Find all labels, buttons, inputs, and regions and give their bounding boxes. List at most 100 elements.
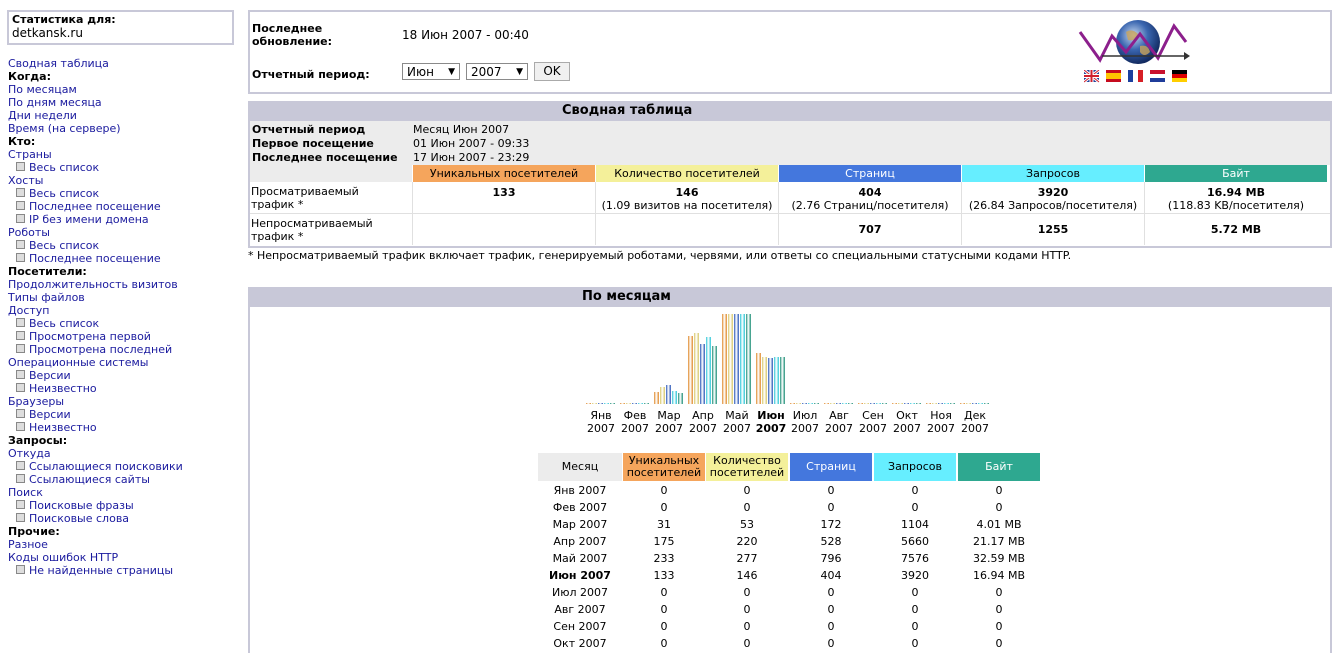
menu-link[interactable]: Весь список [8, 187, 238, 200]
chart-month-label: Сен 2007 [859, 409, 887, 435]
menu-link[interactable]: Поиск [8, 486, 238, 499]
menu-link[interactable]: Неизвестно [8, 382, 238, 395]
table-cell: 404 [820, 569, 842, 582]
menu-label: Прочие: [8, 525, 60, 538]
menu-link[interactable]: Просмотрена последней [8, 343, 238, 356]
menu-label: Последнее посещение [29, 200, 161, 213]
chart-bar [734, 314, 739, 404]
menu-link[interactable]: Время (на сервере) [8, 122, 238, 135]
table-cell: 0 [660, 484, 668, 497]
period-label: Отчетный период: [252, 68, 370, 81]
notviewed-traffic-label: Непросматриваемый трафик * [251, 217, 373, 243]
menu-link[interactable]: Операционные системы [8, 356, 238, 369]
table-cell: 0 [995, 501, 1003, 514]
chart-bar [644, 403, 649, 404]
menu-link[interactable]: По дням месяца [8, 96, 238, 109]
chart-month-label: Апр 2007 [689, 409, 717, 435]
table-cell: 796 [820, 552, 842, 565]
chart-bar [978, 403, 983, 404]
menu-link[interactable]: Типы файлов [8, 291, 238, 304]
ok-button[interactable]: OK [534, 62, 570, 81]
viewed-ratio: (118.83 KB/посетителя) [1167, 199, 1305, 212]
chart-bar [762, 357, 767, 404]
table-cell: 0 [660, 620, 668, 633]
menu-link[interactable]: Ссылающиеся поисковики [8, 460, 238, 473]
menu-link[interactable]: Страны [8, 148, 238, 161]
chart-bar [932, 403, 937, 404]
menu-link[interactable]: Версии [8, 369, 238, 382]
table-cell: 7576 [901, 552, 929, 565]
menu-link[interactable]: Разное [8, 538, 238, 551]
flag-nl-icon [1150, 70, 1165, 82]
menu-link[interactable]: Последнее посещение [8, 200, 238, 213]
table-cell: 0 [743, 484, 751, 497]
chart-bar [916, 403, 921, 404]
bullet-icon [16, 383, 25, 392]
table-cell: 233 [653, 552, 675, 565]
menu-link[interactable]: Весь список [8, 239, 238, 252]
menu-link[interactable]: Браузеры [8, 395, 238, 408]
menu-label: Просмотрена последней [29, 343, 173, 356]
chart-month-label: Ноя 2007 [927, 409, 955, 435]
bullet-icon [16, 500, 25, 509]
summary-col-visits: Количество посетителей [596, 165, 778, 182]
menu-label: Коды ошибок HTTP [8, 551, 119, 564]
menu-link[interactable]: Поисковые слова [8, 512, 238, 525]
menu-link[interactable]: Неизвестно [8, 421, 238, 434]
table-cell: 31 [657, 518, 671, 531]
chart-bar [780, 357, 785, 404]
menu-label: Поисковые фразы [29, 499, 134, 512]
chart-bar [638, 403, 643, 404]
summary-col-bytes: Байт [1145, 165, 1327, 182]
stat-box: Статистика для: detkansk.ru [7, 10, 234, 45]
menu-link[interactable]: По месяцам [8, 83, 238, 96]
menu-label: Время (на сервере) [8, 122, 121, 135]
menu-link[interactable]: Хосты [8, 174, 238, 187]
menu-link[interactable]: Версии [8, 408, 238, 421]
menu-link[interactable]: Весь список [8, 161, 238, 174]
menu-label: Неизвестно [29, 421, 97, 434]
menu-label: Страны [8, 148, 52, 161]
menu-link[interactable]: Сводная таблица [8, 57, 238, 70]
menu-label: По месяцам [8, 83, 77, 96]
menu-link[interactable]: Продолжительность визитов [8, 278, 238, 291]
table-cell: 0 [660, 501, 668, 514]
sidebar-menu: Сводная таблица Когда: По месяцам По дням м… [8, 57, 238, 577]
menu-link[interactable]: Доступ [8, 304, 238, 317]
chart-bar [746, 314, 751, 404]
menu-link[interactable]: Откуда [8, 447, 238, 460]
table-row: Янв 2007 0 0 0 0 0 [538, 482, 1038, 499]
update-header: Последнее обновление: 18 Июн 2007 - 00:4… [248, 10, 1332, 94]
table-cell: 0 [995, 620, 1003, 633]
menu-link[interactable]: Просмотрена первой [8, 330, 238, 343]
menu-link[interactable]: Весь список [8, 317, 238, 330]
menu-label: Весь список [29, 187, 100, 200]
chart-bar [848, 403, 853, 404]
summary-labels: Отчетный период Первое посещение Последн… [252, 123, 398, 164]
awstats-logo-icon [1078, 20, 1190, 64]
bullet-icon [16, 565, 25, 574]
menu-link[interactable]: Последнее посещение [8, 252, 238, 265]
table-cell: 0 [827, 603, 835, 616]
chart-bar [790, 403, 795, 404]
menu-link[interactable]: Дни недели [8, 109, 238, 122]
menu-link[interactable]: IP без имени домена [8, 213, 238, 226]
menu-section-header: Запросы: [8, 434, 238, 447]
viewed-traffic-label: Просматриваемый трафик * [251, 185, 359, 211]
menu-link[interactable]: Роботы [8, 226, 238, 239]
month-select[interactable]: Июн ▼ [402, 63, 460, 80]
table-cell: 1104 [901, 518, 929, 531]
chart-bar [830, 403, 835, 404]
table-cell: 53 [740, 518, 754, 531]
chart-bar [904, 403, 909, 404]
stat-title: Статистика для: [12, 13, 116, 26]
year-select[interactable]: 2007 ▼ [466, 63, 528, 80]
menu-label: Операционные системы [8, 356, 149, 369]
menu-link[interactable]: Коды ошибок HTTP [8, 551, 238, 564]
menu-link[interactable]: Поисковые фразы [8, 499, 238, 512]
table-cell: 32.59 MB [972, 552, 1026, 565]
menu-link[interactable]: Не найденные страницы [8, 564, 238, 577]
summary-col-pages: Страниц [779, 165, 961, 182]
menu-link[interactable]: Ссылающиеся сайты [8, 473, 238, 486]
chart-bar [604, 403, 609, 404]
